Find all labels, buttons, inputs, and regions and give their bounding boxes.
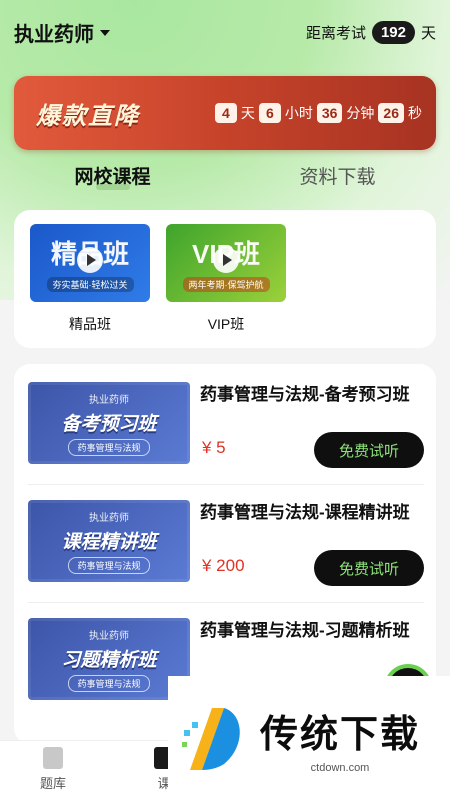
class-thumbnail[interactable]: 精品班 夯实基础·轻松过关 bbox=[30, 224, 150, 302]
top-bar: 执业药师 距离考试 192 天 bbox=[0, 0, 450, 64]
timer-hours-value: 6 bbox=[258, 103, 281, 123]
list-item[interactable]: 执业药师 课程精讲班 药事管理与法规 药事管理与法规-课程精讲班 ¥ 200 免… bbox=[28, 500, 424, 600]
class-label: 精品班 bbox=[69, 316, 111, 332]
tab-online-courses[interactable]: 网校课程 bbox=[0, 156, 225, 192]
timer-seconds-value: 26 bbox=[378, 103, 404, 123]
course-thumbnail[interactable]: 执业药师 习题精析班 药事管理与法规 bbox=[28, 618, 190, 700]
chevron-down-icon bbox=[100, 30, 110, 36]
brand-text: 传统下载 ctdown.com bbox=[260, 703, 420, 774]
course-thumbnail[interactable]: 执业药师 课程精讲班 药事管理与法规 bbox=[28, 500, 190, 582]
divider bbox=[28, 484, 424, 485]
course-thumbnail[interactable]: 执业药师 备考预习班 药事管理与法规 bbox=[28, 382, 190, 464]
days-left-badge: 192 bbox=[371, 20, 415, 44]
course-info: 药事管理与法规-课程精讲班 ¥ 200 免费试听 bbox=[200, 500, 424, 600]
class-item-vip[interactable]: VIP班 两年考期·保驾护航 VIP班 bbox=[166, 224, 286, 334]
class-item-premium[interactable]: 精品班 夯实基础·轻松过关 精品班 bbox=[30, 224, 150, 334]
course-info: 药事管理与法规-备考预习班 ¥ 5 免费试听 bbox=[200, 382, 424, 482]
days-unit: 天 bbox=[420, 24, 436, 42]
thumbnail-subtitle: 夯实基础·轻松过关 bbox=[46, 277, 134, 292]
content-tabs: 网校课程 资料下载 bbox=[0, 156, 450, 192]
question-bank-icon bbox=[43, 747, 63, 769]
timer-minutes-unit: 分钟 bbox=[346, 105, 375, 121]
thumbnail-tag: 药事管理与法规 bbox=[68, 674, 150, 692]
thumbnail-title: 习题精析班 bbox=[61, 649, 157, 671]
countdown-label: 距离考试 bbox=[305, 24, 366, 42]
class-thumbnail[interactable]: VIP班 两年考期·保驾护航 bbox=[166, 224, 286, 302]
active-tab-indicator bbox=[95, 184, 130, 190]
watermark-overlay: 传统下载 ctdown.com bbox=[168, 676, 450, 800]
timer-minutes-value: 36 bbox=[316, 103, 343, 123]
course-title: 药事管理与法规-习题精析班 bbox=[200, 621, 410, 640]
page-title: 执业药师 bbox=[14, 23, 94, 46]
thumbnail-caption: 执业药师 bbox=[89, 630, 129, 642]
class-type-card: 精品班 夯实基础·轻松过关 精品班 VIP班 两年考期·保驾护航 VIP班 bbox=[14, 210, 436, 348]
course-title: 药事管理与法规-备考预习班 bbox=[200, 385, 410, 404]
play-icon[interactable] bbox=[213, 246, 239, 273]
course-title: 药事管理与法规-课程精讲班 bbox=[200, 503, 410, 522]
brand-logo bbox=[180, 700, 246, 776]
timer-seconds-unit: 秒 bbox=[408, 105, 422, 121]
brand-url: ctdown.com bbox=[310, 761, 370, 774]
nav-label: 题库 bbox=[40, 776, 67, 791]
thumbnail-tag: 药事管理与法规 bbox=[68, 438, 150, 456]
tab-materials-download[interactable]: 资料下载 bbox=[225, 156, 450, 192]
course-price: ¥ 5 bbox=[202, 438, 226, 457]
thumbnail-caption: 执业药师 bbox=[89, 394, 129, 406]
divider bbox=[28, 602, 424, 603]
timer-days-unit: 天 bbox=[240, 105, 255, 121]
nav-item-question-bank[interactable]: 题库 bbox=[40, 747, 66, 792]
thumbnail-caption: 执业药师 bbox=[89, 512, 129, 524]
thumbnail-tag: 药事管理与法规 bbox=[68, 556, 150, 574]
thumbnail-title: 备考预习班 bbox=[61, 413, 157, 435]
promo-banner[interactable]: 爆款直降 4 天 6 小时 36 分钟 26 秒 bbox=[14, 76, 436, 150]
brand-name: 传统下载 bbox=[260, 713, 421, 756]
thumbnail-subtitle: 两年考期·保驾护航 bbox=[182, 277, 270, 292]
class-label: VIP班 bbox=[207, 316, 245, 332]
timer-days-value: 4 bbox=[214, 103, 237, 123]
timer-hours-unit: 小时 bbox=[284, 105, 313, 121]
tab-label: 资料下载 bbox=[299, 167, 376, 188]
exam-countdown: 距离考试 192 天 bbox=[305, 20, 436, 44]
promo-title: 爆款直降 bbox=[36, 102, 140, 130]
course-price: ¥ 200 bbox=[202, 556, 245, 575]
play-icon[interactable] bbox=[77, 246, 103, 273]
list-item[interactable]: 执业药师 备考预习班 药事管理与法规 药事管理与法规-备考预习班 ¥ 5 免费试… bbox=[28, 382, 424, 482]
exam-selector[interactable]: 执业药师 bbox=[14, 18, 110, 47]
thumbnail-title: 课程精讲班 bbox=[61, 531, 157, 553]
free-trial-button[interactable]: 免费试听 bbox=[314, 550, 424, 586]
free-trial-button[interactable]: 免费试听 bbox=[314, 432, 424, 468]
promo-timer: 4 天 6 小时 36 分钟 26 秒 bbox=[214, 103, 422, 123]
